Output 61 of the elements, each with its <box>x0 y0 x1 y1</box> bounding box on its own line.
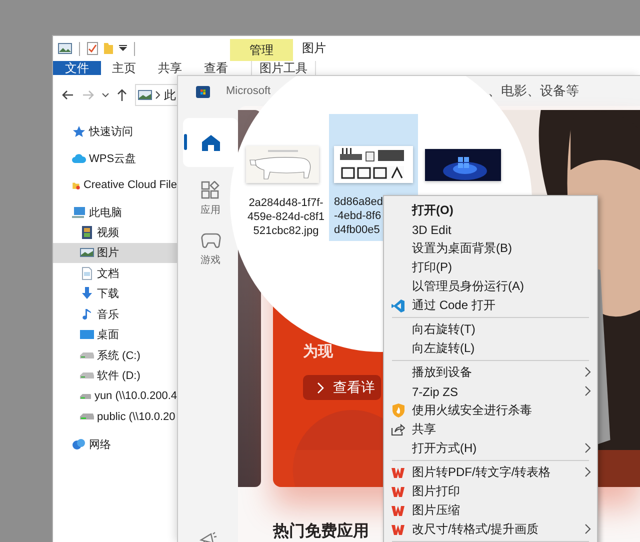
nav-item[interactable]: 音乐 <box>53 304 177 324</box>
home-icon <box>200 134 220 152</box>
nav-item[interactable]: 游戏 <box>200 231 220 267</box>
menu-item[interactable]: 图片压缩 <box>384 501 597 520</box>
ribbon-tab[interactable]: 查看 <box>193 61 239 75</box>
drive-icon <box>80 352 94 359</box>
context-tab[interactable]: 管理 <box>230 39 293 61</box>
chevron-down-icon[interactable] <box>102 92 109 98</box>
film-icon <box>80 226 94 239</box>
megaphone-icon[interactable] <box>199 532 217 542</box>
nav-item[interactable]: public (\\10.0.20 <box>53 406 177 427</box>
ribbon-tab[interactable]: 主页 <box>101 61 147 75</box>
nav-item[interactable]: WPS云盘 <box>53 148 177 168</box>
nav-item[interactable]: 系统 (C:) <box>53 345 177 366</box>
properties-icon[interactable] <box>87 42 98 55</box>
nav-item[interactable]: 此电脑 <box>53 202 177 222</box>
image-icon <box>80 246 94 260</box>
search-field[interactable]: 、电影、设备等 <box>488 82 579 100</box>
nav-item[interactable]: 桌面 <box>53 324 177 345</box>
chevron-right-icon <box>155 91 161 99</box>
ribbon-tab[interactable]: 共享 <box>147 61 193 75</box>
cloud-icon <box>72 152 86 164</box>
window-title: 图片 <box>302 40 326 57</box>
section-title: 热门免费应用 <box>273 521 369 542</box>
store-bag-icon <box>195 83 211 99</box>
music-icon <box>80 308 94 321</box>
nav-item[interactable]: 快速访问 <box>53 121 177 141</box>
nav-item[interactable]: Creative Cloud File <box>53 175 177 195</box>
nav-item[interactable]: 文档 <box>53 263 177 284</box>
file-tab[interactable]: 文件 <box>53 61 101 75</box>
network-drive-icon <box>80 413 94 420</box>
nav-item[interactable] <box>183 118 238 167</box>
wps-icon <box>391 486 405 498</box>
dropdown-icon[interactable] <box>119 44 127 52</box>
network-drive-icon <box>80 392 92 400</box>
nav-item[interactable]: 软件 (D:) <box>53 366 177 386</box>
up-icon[interactable] <box>117 89 127 101</box>
network-icon <box>72 438 86 450</box>
star-icon <box>72 124 86 138</box>
desktop-icon <box>80 328 94 342</box>
apps-icon <box>200 181 220 199</box>
image-icon <box>58 43 72 54</box>
wps-icon <box>391 524 405 536</box>
nav-item[interactable]: yun (\\10.0.200.4 <box>53 386 177 406</box>
menu-item[interactable]: 图片打印 <box>384 482 597 501</box>
chevron-right-icon <box>585 524 591 534</box>
nav-item[interactable]: 视频 <box>53 222 177 242</box>
image-icon <box>138 90 152 100</box>
nav-item[interactable]: 图片 <box>53 242 177 263</box>
app-title: Microsoft <box>226 85 272 97</box>
computer-icon <box>72 206 86 218</box>
wps-icon <box>391 504 405 516</box>
menu-item[interactable]: 改尺寸/转格式/提升画质 <box>384 520 597 539</box>
document-icon <box>80 266 94 280</box>
download-icon <box>80 287 94 300</box>
drive-icon <box>80 372 94 380</box>
nav-item[interactable]: 网络 <box>53 434 177 454</box>
gamepad-icon <box>200 231 220 249</box>
nav-item[interactable]: 应用 <box>200 181 220 217</box>
nav-item[interactable]: 下载 <box>53 284 177 304</box>
back-icon[interactable] <box>62 90 74 100</box>
